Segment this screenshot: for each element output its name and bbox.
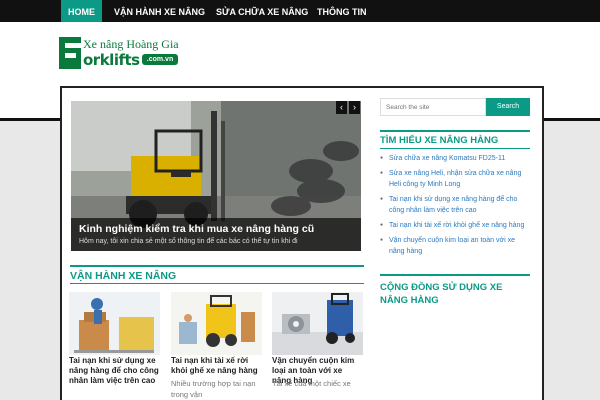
sidebar-widget-top-rule xyxy=(380,130,530,132)
article-thumbnail[interactable] xyxy=(272,292,363,355)
top-navigation: HOME VẬN HÀNH XE NÂNG SỬA CHỮA XE NÂNG T… xyxy=(0,0,600,22)
slider-next-button[interactable]: › xyxy=(349,101,360,114)
article-thumbnail[interactable] xyxy=(171,292,262,355)
article-card[interactable]: Tai nạn khi sử dụng xe nâng hàng để cho … xyxy=(69,292,160,385)
sidebar-link[interactable]: Tai nạn khi sử dụng xe nâng hàng để cho … xyxy=(380,194,532,216)
section-title[interactable]: VẬN HÀNH XE NÂNG xyxy=(70,270,176,282)
section-top-rule xyxy=(70,265,364,267)
slider-prev-button[interactable]: ‹ xyxy=(336,101,347,114)
logo-f-mark xyxy=(59,37,81,69)
article-thumbnail[interactable] xyxy=(69,292,160,355)
article-excerpt: Nhiều trường hợp tai nạn trong vận xyxy=(171,379,256,399)
sidebar-link[interactable]: Vận chuyển cuộn kim loại an toàn với xe … xyxy=(380,235,532,257)
article-title[interactable]: Tai nạn khi sử dụng xe nâng hàng để cho … xyxy=(69,356,160,386)
sidebar-widget2-title: CỘNG ĐỒNG SỬ DỤNG XE NÂNG HÀNG xyxy=(380,282,503,306)
logo-wordmark: orklifts xyxy=(83,51,140,69)
featured-slider[interactable]: Kinh nghiệm kiểm tra khi mua xe nâng hàn… xyxy=(71,101,361,251)
nav-item-home[interactable]: HOME xyxy=(61,0,102,22)
slider-excerpt: Hôm nay, tôi xin chia sẻ một số thông ti… xyxy=(79,238,298,245)
slider-title[interactable]: Kinh nghiệm kiểm tra khi mua xe nâng hàn… xyxy=(79,223,314,235)
nav-item-van-hanh[interactable]: VẬN HÀNH XE NÂNG xyxy=(114,0,205,22)
article-card[interactable]: Vận chuyển cuộn kim loại an toàn với xe … xyxy=(272,292,363,388)
sidebar-link[interactable]: Sửa xe nâng Heli, nhận sửa chữa xe nâng … xyxy=(380,168,532,190)
logo-tagline: Xe nâng Hoàng Gia xyxy=(83,37,179,51)
article-title[interactable]: Tai nạn khi tài xế rời khỏi ghế xe nâng … xyxy=(171,356,262,376)
article-card[interactable]: Tai nạn khi tài xế rời khỏi ghế xe nâng … xyxy=(171,292,262,399)
sidebar-widget2-top-rule xyxy=(380,274,530,276)
search-input[interactable] xyxy=(380,98,486,116)
section-bottom-rule xyxy=(70,283,364,284)
article-excerpt: Tài xế của một chiếc xe xyxy=(272,379,351,388)
site-logo[interactable]: Xe nâng Hoàng Gia orklifts .com.vn xyxy=(59,37,189,71)
slider-caption: Kinh nghiệm kiểm tra khi mua xe nâng hàn… xyxy=(71,218,361,251)
sidebar-link-list: Sửa chữa xe nâng Komatsu FD25-11 Sửa xe … xyxy=(380,153,532,261)
sidebar-widget-title: TÌM HIỂU XE NÂNG HÀNG xyxy=(380,135,499,146)
sidebar-link[interactable]: Sửa chữa xe nâng Komatsu FD25-11 xyxy=(380,153,532,164)
search-button[interactable]: Search xyxy=(486,98,530,116)
sidebar-widget-bottom-rule xyxy=(380,148,530,149)
logo-domain: .com.vn xyxy=(142,54,178,65)
nav-item-thong-tin[interactable]: THÔNG TIN xyxy=(317,0,367,22)
sidebar-link[interactable]: Tai nạn khi tài xế rời khỏi ghế xe nâng … xyxy=(380,220,532,231)
nav-item-sua-chua[interactable]: SỬA CHỮA XE NÂNG xyxy=(216,0,308,22)
